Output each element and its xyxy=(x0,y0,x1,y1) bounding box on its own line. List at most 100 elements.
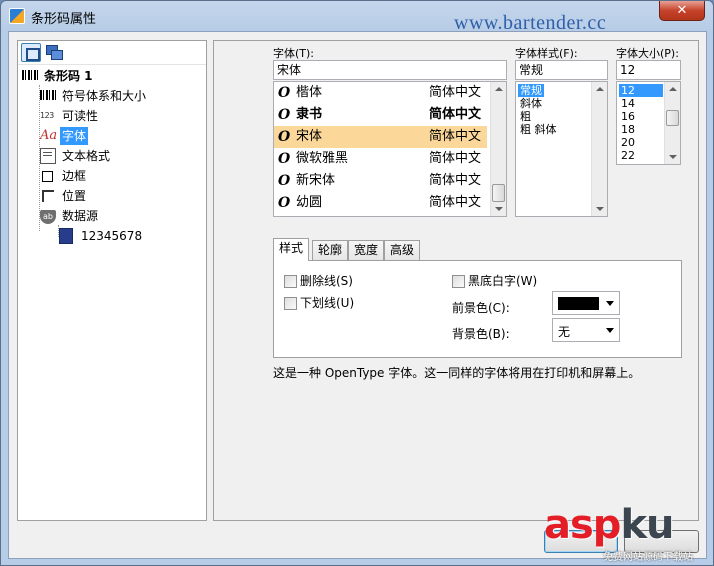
checkbox-box[interactable] xyxy=(452,275,465,288)
font-size-input[interactable]: 12 xyxy=(616,60,681,80)
font-name: 隶书 xyxy=(296,107,323,122)
color-swatch xyxy=(558,297,599,310)
tree-item-label: 字体 xyxy=(60,127,89,145)
font-size-item[interactable]: 22 xyxy=(619,149,637,162)
checkbox-label: 删除线(S) xyxy=(300,274,353,288)
style-tab-pane: 删除线(S) 下划线(U) 黑底白字(W) 前景色(C): 背景色(B): 无 xyxy=(273,260,682,358)
font-name: 幼圆 xyxy=(296,195,323,210)
document-icon xyxy=(59,228,73,244)
font-style-item-selected[interactable]: 常规 xyxy=(518,84,544,97)
tab-advanced[interactable]: 高级 xyxy=(384,240,421,260)
scroll-down-arrow-icon[interactable] xyxy=(495,207,503,211)
font-size-scrollbar[interactable] xyxy=(664,82,680,164)
font-name: 微软雅黑 xyxy=(296,151,349,166)
tab-width[interactable]: 宽度 xyxy=(348,240,385,260)
close-button[interactable]: ✕ xyxy=(659,1,705,21)
font-list[interactable]: O 楷体 简体中文 O 隶书 简体中文 O 宋体 简体中文 O 微软雅黑 简体中… xyxy=(273,81,507,217)
tree-panel: 条形码 1 符号体系和大小 123 可读性 Aa 字体 文本格式 边框 位置 a… xyxy=(17,40,207,521)
tree-toolbar xyxy=(18,41,206,65)
logo-ku-text: ku xyxy=(620,502,674,548)
tree-root-label: 条形码 1 xyxy=(44,69,93,83)
font-icon: Aa xyxy=(40,128,58,143)
background-color-dropdown[interactable]: 无 xyxy=(552,318,620,342)
font-size-label: 字体大小(P): xyxy=(616,47,679,60)
font-list-item-selected[interactable]: O 宋体 简体中文 xyxy=(274,126,487,148)
font-style-item[interactable]: 粗 斜体 xyxy=(518,123,559,136)
dialog-client-area: 条形码 1 符号体系和大小 123 可读性 Aa 字体 文本格式 边框 位置 a… xyxy=(8,31,707,559)
asp-ku-logo: aspku xyxy=(544,502,675,553)
scroll-down-arrow-icon[interactable] xyxy=(669,155,677,159)
tree-item-label: 可读性 xyxy=(62,109,99,123)
position-icon xyxy=(42,190,54,202)
checkbox-box[interactable] xyxy=(284,297,297,310)
window-title: 条形码属性 xyxy=(31,12,97,27)
checkbox-label: 黑底白字(W) xyxy=(468,274,538,288)
scroll-down-arrow-icon[interactable] xyxy=(596,207,604,211)
font-size-item[interactable]: 16 xyxy=(619,110,637,123)
opentype-icon: O xyxy=(278,151,291,167)
font-sample: 简体中文 xyxy=(428,173,481,188)
opentype-icon: O xyxy=(278,195,291,211)
dialog-window: 条形码属性 www.bartender.cc ✕ 条形码 1 符号体系和大小 1… xyxy=(0,0,714,566)
font-description: 这是一种 OpenType 字体。这一同样的字体将用在打印机和屏幕上。 xyxy=(273,366,641,380)
font-size-item[interactable]: 14 xyxy=(619,97,637,110)
font-sample: 简体中文 xyxy=(428,107,481,122)
tab-outline[interactable]: 轮廓 xyxy=(312,240,349,260)
font-list-scrollbar[interactable] xyxy=(490,82,506,216)
font-name-input[interactable]: 宋体 xyxy=(273,60,507,80)
scroll-up-arrow-icon[interactable] xyxy=(495,87,503,91)
font-sample: 简体中文 xyxy=(428,195,481,210)
font-list-item[interactable]: O 隶书 简体中文 xyxy=(274,104,487,126)
background-color-value: 无 xyxy=(558,325,571,339)
tree-item-label: 文本格式 xyxy=(62,149,111,163)
digits-icon: 123 xyxy=(40,111,54,120)
tree-item-label: 边框 xyxy=(62,169,87,183)
font-sample: 简体中文 xyxy=(428,85,481,100)
title-bar[interactable]: 条形码属性 www.bartender.cc ✕ xyxy=(1,1,713,34)
font-size-list[interactable]: 12 14 16 18 20 22 xyxy=(616,81,681,165)
font-list-item[interactable]: O 楷体 简体中文 xyxy=(274,82,487,104)
font-size-item[interactable]: 18 xyxy=(619,123,637,136)
opentype-icon: O xyxy=(278,107,291,123)
opentype-icon: O xyxy=(278,129,291,145)
font-style-item[interactable]: 粗 xyxy=(518,110,533,123)
datasource-icon: ab xyxy=(40,210,56,224)
app-icon xyxy=(9,8,25,24)
checkbox-label: 下划线(U) xyxy=(300,296,355,310)
font-size-item-selected[interactable]: 12 xyxy=(619,84,663,97)
chevron-down-icon xyxy=(606,301,614,306)
font-properties-panel: 字体(T): 宋体 O 楷体 简体中文 O 隶书 简体中文 O 宋体 简体中文 xyxy=(213,40,699,521)
scroll-thumb[interactable] xyxy=(666,110,679,126)
font-style-label: 字体样式(F): xyxy=(515,47,578,60)
scroll-up-arrow-icon[interactable] xyxy=(596,87,604,91)
font-list-item[interactable]: O 幼圆 简体中文 xyxy=(274,192,487,214)
font-name: 宋体 xyxy=(296,129,323,144)
scroll-thumb[interactable] xyxy=(492,184,505,202)
logo-subtitle: 免费网站源码下载站 xyxy=(603,552,693,563)
tree-item-label: 数据源 xyxy=(62,209,99,223)
tab-style[interactable]: 样式 xyxy=(273,238,310,261)
barcode-icon xyxy=(40,90,56,100)
font-list-item[interactable]: O 新宋体 简体中文 xyxy=(274,170,487,192)
font-style-item[interactable]: 斜体 xyxy=(518,97,544,110)
font-label: 字体(T): xyxy=(273,47,315,60)
font-sample: 简体中文 xyxy=(428,151,481,166)
font-list-item[interactable]: O 微软雅黑 简体中文 xyxy=(274,148,487,170)
layers-icon[interactable] xyxy=(44,43,64,62)
tree-item-label: 符号体系和大小 xyxy=(62,89,147,103)
foreground-color-dropdown[interactable] xyxy=(552,291,620,315)
logo-asp-text: asp xyxy=(544,502,621,548)
font-size-item[interactable]: 20 xyxy=(619,136,637,149)
font-sample: 简体中文 xyxy=(428,129,481,144)
font-style-list[interactable]: 常规 斜体 粗 粗 斜体 xyxy=(515,81,608,217)
tree-item-label: 位置 xyxy=(62,189,87,203)
font-style-scrollbar[interactable] xyxy=(591,82,607,216)
tree-view-icon[interactable] xyxy=(21,43,41,62)
font-style-input[interactable]: 常规 xyxy=(515,60,608,80)
barcode-icon xyxy=(22,70,38,80)
text-format-icon xyxy=(40,148,56,164)
font-name: 楷体 xyxy=(296,85,323,100)
tree-item-label: 12345678 xyxy=(81,229,143,243)
checkbox-box[interactable] xyxy=(284,275,297,288)
scroll-up-arrow-icon[interactable] xyxy=(669,87,677,91)
